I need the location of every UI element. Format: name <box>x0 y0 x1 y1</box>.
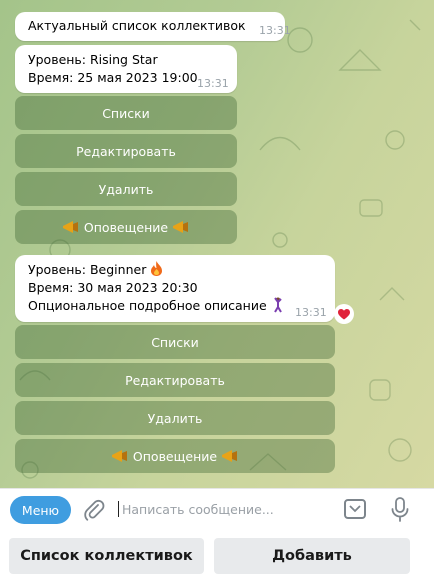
level-text: Уровень: Beginner <box>28 262 147 277</box>
button-label: Оповещение <box>83 219 169 235</box>
inline-button-edit[interactable]: Редактировать <box>15 134 237 168</box>
description-line: Опциональное подробное описание <box>28 297 285 315</box>
keyboard-button-label: Добавить <box>272 548 352 564</box>
button-label: Удалить <box>98 181 154 197</box>
text-caret <box>118 501 119 517</box>
keyboard-button-add[interactable]: Добавить <box>214 538 410 574</box>
button-label: Редактировать <box>125 372 225 388</box>
time-line: Время: 30 мая 2023 20:30 <box>28 280 198 295</box>
message-text: Уровень: Beginner Время: 30 мая 2023 20:… <box>28 261 285 315</box>
inline-button-lists[interactable]: Списки <box>15 325 335 359</box>
message-input[interactable]: Написать сообщение... <box>118 498 338 520</box>
button-label: Списки <box>102 105 150 121</box>
time-line: Время: 25 мая 2023 19:00 <box>28 70 198 85</box>
level-line: Уровень: Beginner <box>28 261 285 279</box>
attach-icon[interactable] <box>83 498 105 522</box>
button-label: Списки <box>151 334 199 350</box>
message-time: 13:31 <box>259 24 291 37</box>
reply-keyboard: Список коллективок Добавить <box>0 530 434 582</box>
reaction-heart[interactable] <box>334 304 354 324</box>
megaphone-icon <box>173 221 189 233</box>
inline-button-delete[interactable]: Удалить <box>15 401 335 435</box>
button-label: Редактировать <box>76 143 176 159</box>
megaphone-icon <box>111 450 127 462</box>
message-input-bar: Меню Написать сообщение... <box>0 488 434 531</box>
message-time: 13:31 <box>197 77 229 90</box>
description-text: Опциональное подробное описание <box>28 298 267 313</box>
message-text: Актуальный список коллективок <box>28 18 246 33</box>
message-bubble: Актуальный список коллективок 13:31 <box>15 12 291 41</box>
megaphone-icon <box>222 450 238 462</box>
megaphone-icon <box>62 221 78 233</box>
dancer-icon <box>273 297 282 313</box>
message-time: 13:31 <box>295 306 327 319</box>
inline-button-notify[interactable]: Оповещение <box>15 210 237 244</box>
keyboard-button-list[interactable]: Список коллективок <box>9 538 204 574</box>
inline-button-lists[interactable]: Списки <box>15 96 237 130</box>
menu-label: Меню <box>21 502 60 518</box>
button-label: Удалить <box>147 410 203 426</box>
input-placeholder: Написать сообщение... <box>122 501 274 517</box>
message-bubble: Уровень: Rising Star Время: 25 мая 2023 … <box>15 45 237 93</box>
keyboard-button-label: Список коллективок <box>20 548 193 564</box>
inline-button-delete[interactable]: Удалить <box>15 172 237 206</box>
heart-icon <box>338 308 350 319</box>
bot-keyboard-toggle[interactable] <box>344 499 366 519</box>
button-label: Оповещение <box>132 448 218 464</box>
message-text: Уровень: Rising Star Время: 25 мая 2023 … <box>28 51 198 87</box>
inline-button-edit[interactable]: Редактировать <box>15 363 335 397</box>
message-bubble: Уровень: Beginner Время: 30 мая 2023 20:… <box>15 255 335 322</box>
level-line: Уровень: Rising Star <box>28 52 158 67</box>
chevron-down-icon <box>349 505 361 513</box>
chat-area: Актуальный список коллективок 13:31 Уров… <box>0 0 434 488</box>
microphone-icon[interactable] <box>390 497 410 523</box>
inline-button-notify[interactable]: Оповещение <box>15 439 335 473</box>
menu-button[interactable]: Меню <box>10 496 71 524</box>
fire-icon <box>151 261 163 276</box>
